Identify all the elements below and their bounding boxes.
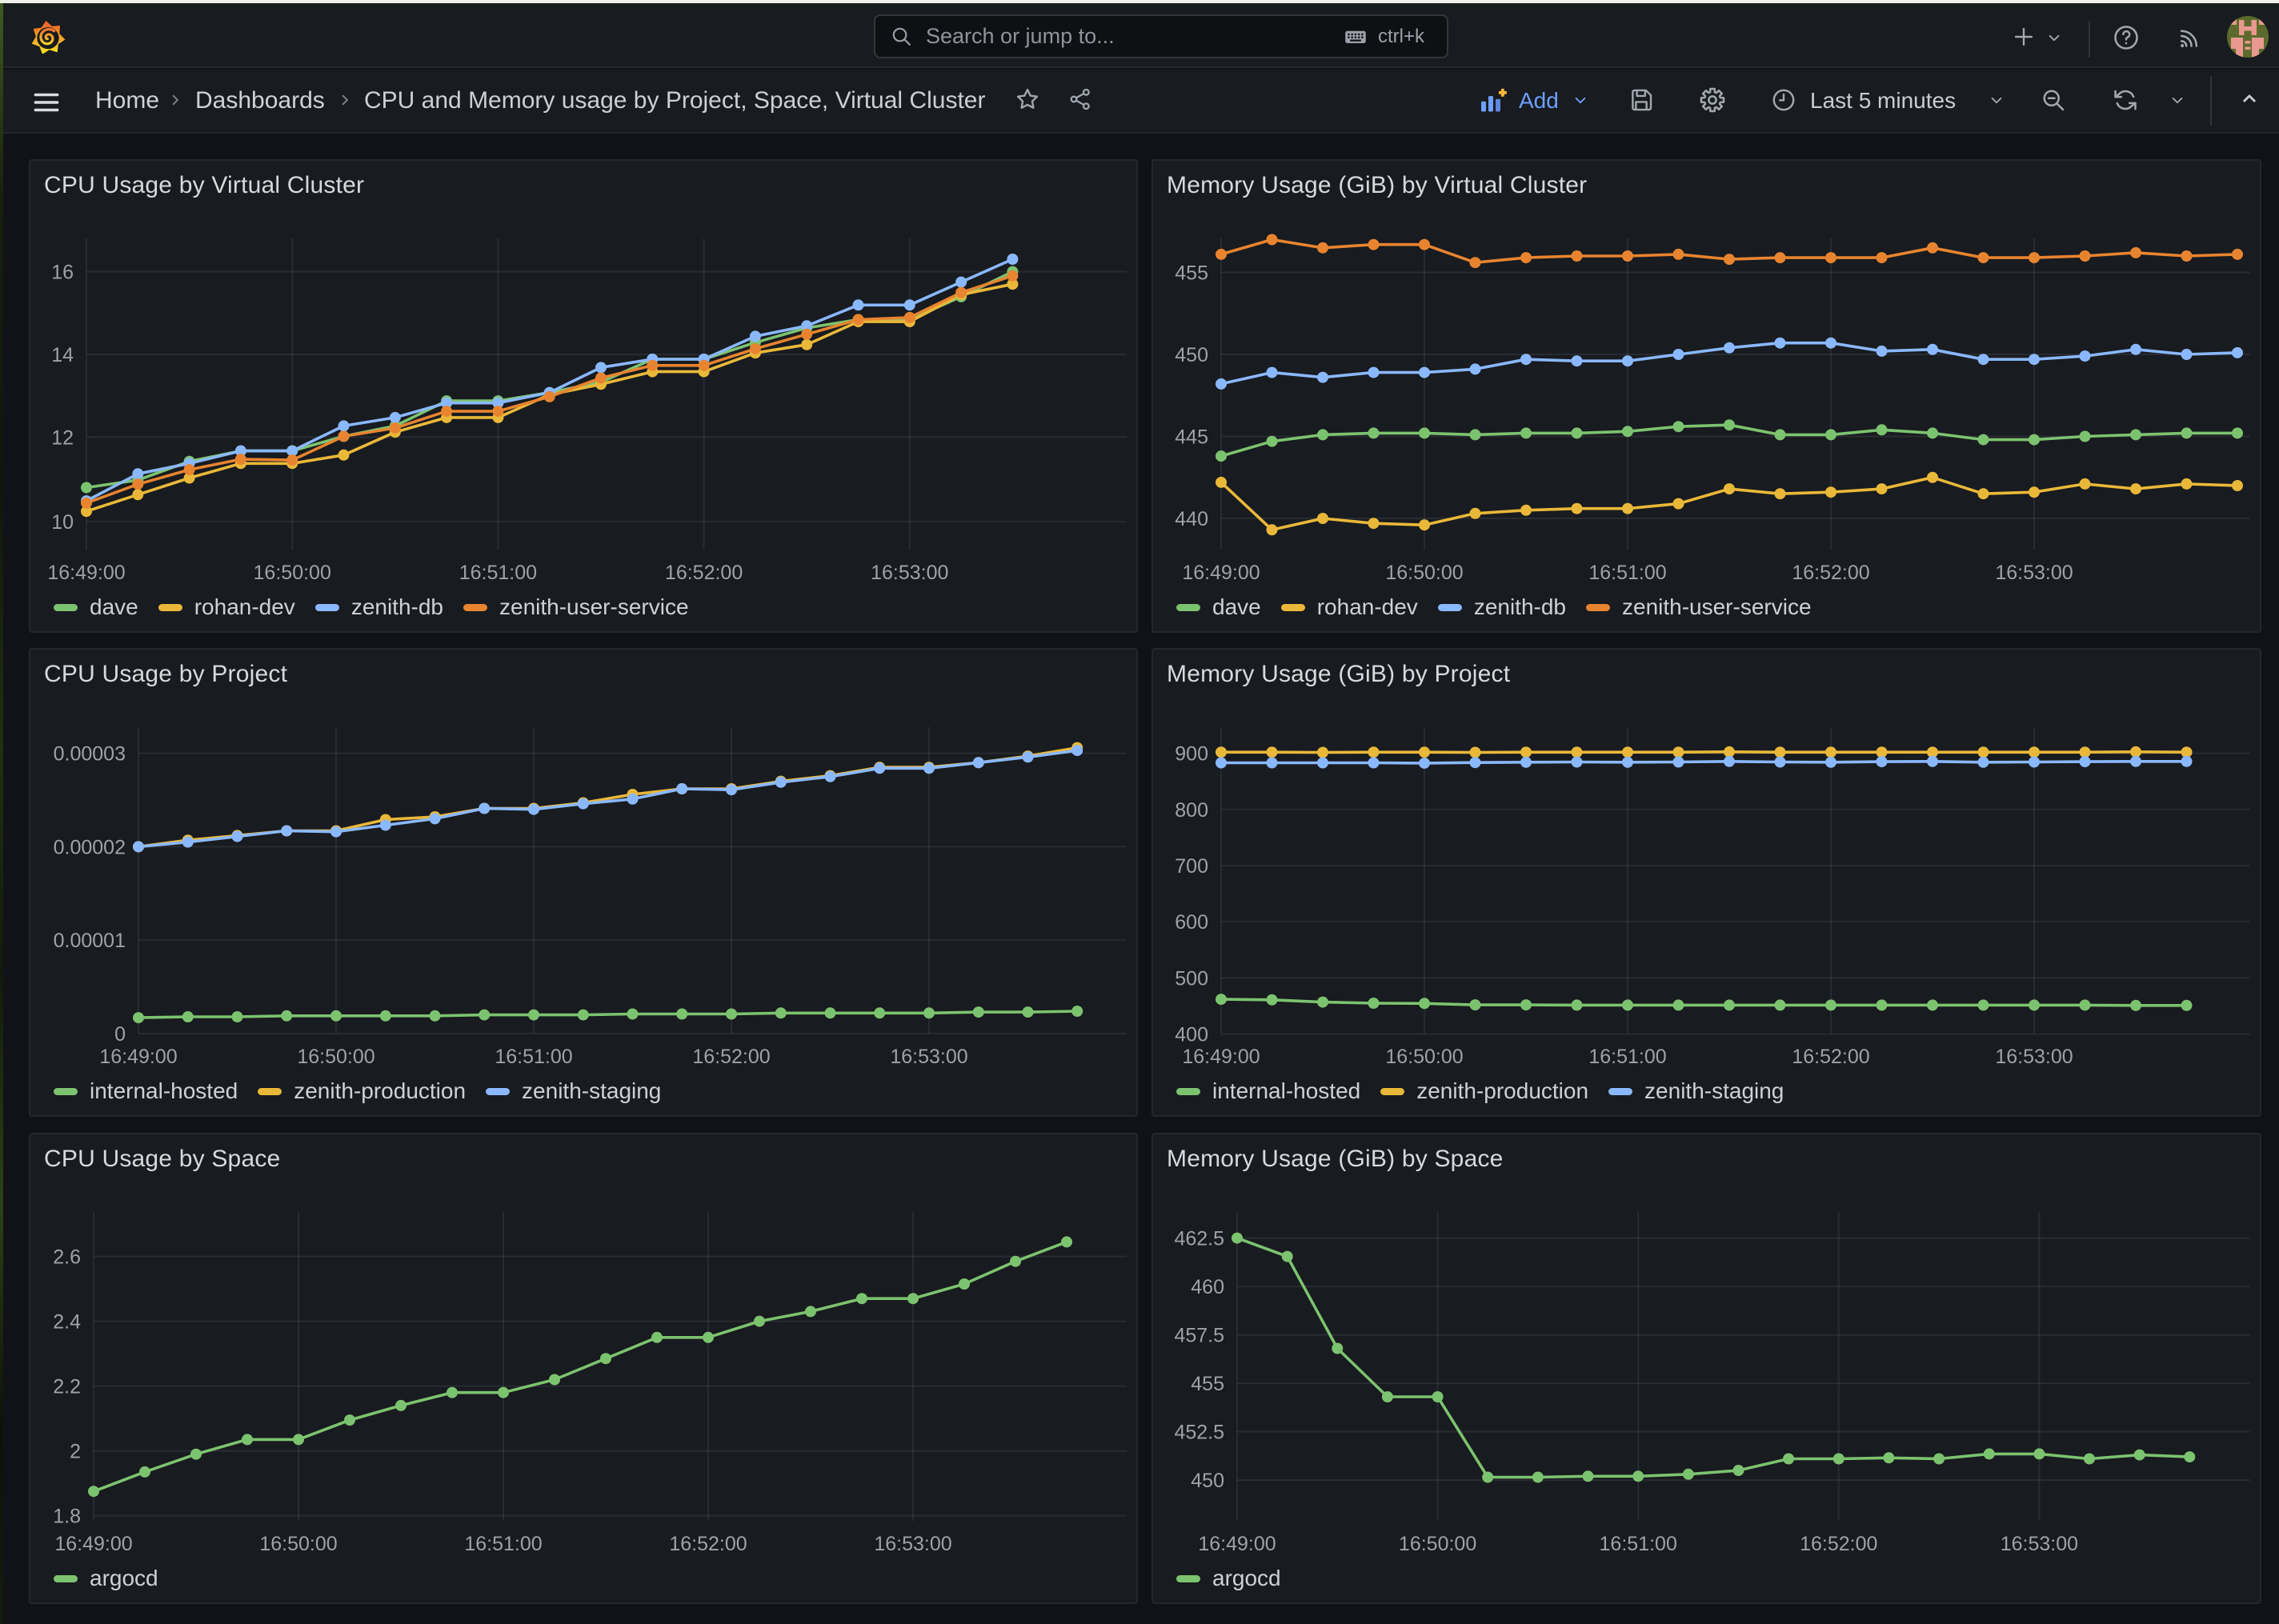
svg-text:16:50:00: 16:50:00: [254, 562, 331, 584]
svg-text:16:51:00: 16:51:00: [495, 1046, 572, 1068]
svg-text:440: 440: [1175, 508, 1208, 530]
svg-text:16:51:00: 16:51:00: [459, 562, 537, 584]
svg-text:700: 700: [1175, 855, 1208, 878]
svg-text:16:49:00: 16:49:00: [47, 562, 125, 584]
svg-text:14: 14: [51, 344, 74, 366]
svg-text:16:51:00: 16:51:00: [1588, 1046, 1666, 1068]
svg-text:16:51:00: 16:51:00: [1588, 562, 1666, 584]
svg-text:500: 500: [1175, 967, 1208, 990]
svg-text:450: 450: [1175, 344, 1208, 366]
svg-text:16:52:00: 16:52:00: [665, 562, 743, 584]
svg-text:457.5: 457.5: [1174, 1325, 1224, 1347]
svg-text:16:49:00: 16:49:00: [1182, 1046, 1260, 1068]
svg-text:16:52:00: 16:52:00: [1800, 1533, 1877, 1555]
svg-text:2.6: 2.6: [53, 1246, 81, 1269]
svg-text:16:50:00: 16:50:00: [1399, 1533, 1476, 1555]
svg-text:16:49:00: 16:49:00: [1198, 1533, 1276, 1555]
svg-text:16: 16: [51, 262, 74, 284]
svg-text:16:50:00: 16:50:00: [1385, 562, 1463, 584]
svg-text:0.00003: 0.00003: [54, 743, 126, 766]
svg-text:16:53:00: 16:53:00: [890, 1046, 967, 1068]
svg-text:2.4: 2.4: [53, 1311, 81, 1334]
svg-text:16:53:00: 16:53:00: [874, 1533, 951, 1555]
svg-text:1.8: 1.8: [53, 1506, 81, 1528]
svg-text:16:49:00: 16:49:00: [54, 1533, 132, 1555]
svg-text:16:49:00: 16:49:00: [1182, 562, 1260, 584]
svg-text:16:49:00: 16:49:00: [99, 1046, 177, 1068]
svg-text:16:50:00: 16:50:00: [1385, 1046, 1463, 1068]
svg-text:452.5: 452.5: [1174, 1422, 1224, 1444]
svg-text:16:50:00: 16:50:00: [259, 1533, 337, 1555]
svg-text:0: 0: [114, 1023, 126, 1046]
svg-text:16:53:00: 16:53:00: [2001, 1533, 2078, 1555]
svg-text:0.00002: 0.00002: [54, 836, 126, 858]
svg-text:16:51:00: 16:51:00: [1600, 1533, 1677, 1555]
svg-text:455: 455: [1191, 1373, 1224, 1395]
svg-text:400: 400: [1175, 1024, 1208, 1046]
svg-text:2.2: 2.2: [53, 1376, 81, 1398]
svg-text:450: 450: [1191, 1470, 1224, 1492]
svg-text:16:52:00: 16:52:00: [1792, 1046, 1869, 1068]
svg-text:16:52:00: 16:52:00: [1792, 562, 1869, 584]
svg-text:16:53:00: 16:53:00: [1995, 562, 2073, 584]
svg-text:445: 445: [1175, 426, 1208, 449]
svg-text:600: 600: [1175, 911, 1208, 934]
svg-text:800: 800: [1175, 799, 1208, 822]
svg-text:900: 900: [1175, 743, 1208, 766]
svg-text:16:53:00: 16:53:00: [871, 562, 948, 584]
svg-text:16:52:00: 16:52:00: [669, 1533, 747, 1555]
svg-text:462.5: 462.5: [1174, 1228, 1224, 1250]
svg-text:2: 2: [70, 1441, 81, 1463]
svg-text:10: 10: [51, 511, 74, 534]
svg-text:16:53:00: 16:53:00: [1995, 1046, 2073, 1068]
svg-text:0.00001: 0.00001: [54, 930, 126, 952]
svg-text:455: 455: [1175, 262, 1208, 285]
svg-text:16:51:00: 16:51:00: [464, 1533, 542, 1555]
svg-text:460: 460: [1191, 1276, 1224, 1298]
svg-text:16:52:00: 16:52:00: [692, 1046, 770, 1068]
svg-text:16:50:00: 16:50:00: [297, 1046, 374, 1068]
svg-text:12: 12: [51, 426, 74, 449]
